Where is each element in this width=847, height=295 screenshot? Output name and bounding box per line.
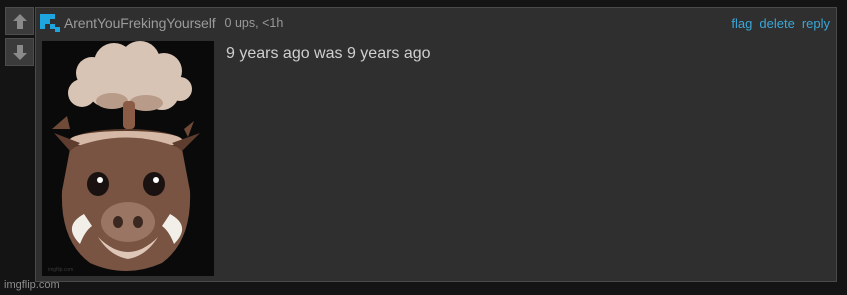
reply-link[interactable]: reply (802, 16, 830, 31)
comment-panel: ArentYouFrekingYourself 0 ups, <1h flag … (35, 7, 837, 282)
upvote-button[interactable] (5, 7, 34, 35)
comment-image: imgflip.com (42, 41, 214, 276)
up-arrow-icon (12, 13, 27, 29)
comment-meta: 0 ups, <1h (224, 16, 284, 30)
flag-link[interactable]: flag (731, 16, 752, 31)
pixel-staircase-icon (40, 14, 60, 32)
vote-column (5, 7, 34, 69)
watermark: imgflip.com (4, 279, 60, 291)
down-arrow-icon (12, 44, 27, 60)
comment-header: ArentYouFrekingYourself 0 ups, <1h flag … (40, 14, 830, 32)
comment-text: 9 years ago was 9 years ago (226, 45, 431, 62)
username-link[interactable]: ArentYouFrekingYourself (64, 15, 216, 31)
svg-text:imgflip.com: imgflip.com (48, 267, 73, 273)
downvote-button[interactable] (5, 38, 34, 66)
exploding-head-boar-image: imgflip.com (42, 41, 214, 276)
delete-link[interactable]: delete (759, 16, 794, 31)
comment-actions: flag delete reply (731, 16, 830, 31)
